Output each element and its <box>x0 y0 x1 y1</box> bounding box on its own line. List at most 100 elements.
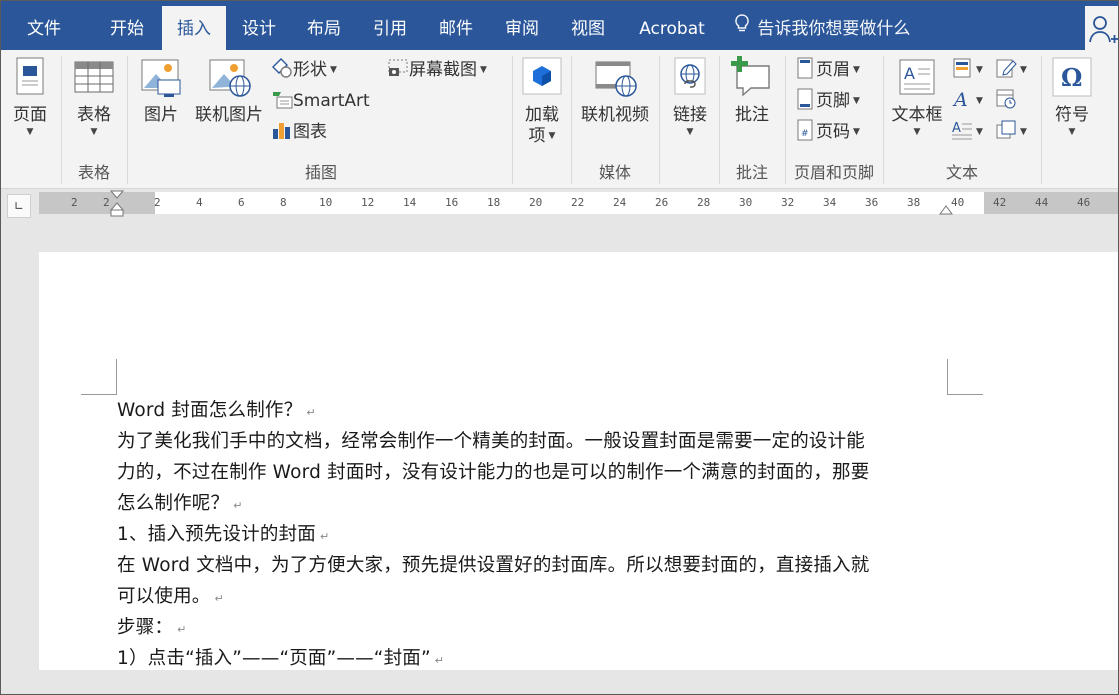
chevron-down-icon: ▼ <box>976 96 983 106</box>
textbox-icon: A <box>894 54 940 100</box>
doc-text-line[interactable]: 在 Word 文档中，为了方便大家，预先提供设置好的封面库。所以想要封面的，直接… <box>117 550 869 581</box>
paragraph-mark-icon: ↵ <box>306 406 316 419</box>
group-separator <box>512 56 513 184</box>
ruler-tick: 44 <box>1035 196 1049 209</box>
tell-me-box[interactable]: 告诉我你想要做什么 <box>734 1 910 50</box>
doc-text-line[interactable]: 步骤： ↵ <box>117 612 187 645</box>
group-label-header-footer: 页眉和页脚 <box>793 163 874 182</box>
pages-button[interactable]: 页面 ▼ <box>3 54 57 138</box>
tab-references[interactable]: 引用 <box>359 1 421 50</box>
tab-insert[interactable]: 插入 <box>162 6 226 50</box>
doc-title-line[interactable]: Word 封面怎么制作？ ↵ <box>117 395 316 428</box>
header-button[interactable]: 页眉 ▼ <box>794 56 860 84</box>
ruler-tick: 32 <box>781 196 795 209</box>
chart-label: 图表 <box>293 122 327 142</box>
online-video-label: 联机视频 <box>581 105 649 125</box>
ruler-tick: 4 <box>196 196 203 209</box>
group-label-comments: 批注 <box>735 163 768 182</box>
links-button[interactable]: 链接 ▼ <box>665 54 715 138</box>
shapes-label: 形状 <box>293 60 327 80</box>
ruler-tick: 8 <box>280 196 287 209</box>
screenshot-button[interactable]: 屏幕截图 ▼ <box>387 56 487 84</box>
doc-text-line[interactable]: 可以使用。 ↵ <box>117 581 224 614</box>
tab-design[interactable]: 设计 <box>228 1 290 50</box>
ruler-tick: 2 <box>103 196 110 209</box>
svg-text:A: A <box>952 89 968 110</box>
tab-selector-button[interactable]: ∟ <box>7 194 31 218</box>
chevron-down-icon: ▼ <box>976 65 983 75</box>
smartart-button[interactable]: SmartArt <box>271 87 370 115</box>
indent-markers-icon[interactable] <box>109 190 125 224</box>
ruler-tick: 34 <box>823 196 837 209</box>
online-picture-button[interactable]: 联机图片 <box>192 54 266 126</box>
drop-cap-button[interactable]: A ▼ <box>951 118 983 146</box>
footer-icon <box>794 88 816 110</box>
doc-text-line[interactable]: 1）点击“插入”——“页面”——“封面” ↵ <box>117 643 444 676</box>
ruler-tick: 12 <box>361 196 375 209</box>
ruler-tick: 40 <box>951 196 965 209</box>
tab-view[interactable]: 视图 <box>557 1 619 50</box>
footer-button[interactable]: 页脚 ▼ <box>794 87 860 115</box>
chevron-down-icon: ▼ <box>913 127 921 137</box>
ruler-tick: 16 <box>445 196 459 209</box>
paragraph-mark-icon: ↵ <box>233 499 243 512</box>
online-video-button[interactable]: 联机视频 <box>577 54 653 126</box>
svg-text:A: A <box>904 64 915 83</box>
group-separator <box>883 56 884 184</box>
ruler-tick: 2 <box>154 196 161 209</box>
date-time-button[interactable] <box>995 87 1017 115</box>
chevron-down-icon: ▼ <box>853 96 860 106</box>
doc-text-line[interactable]: 为了美化我们手中的文档，经常会制作一个精美的封面。一般设置封面是需要一定的设计能 <box>117 426 865 457</box>
page-number-button[interactable]: # 页码 ▼ <box>794 118 860 146</box>
wordart-icon: A <box>951 88 973 111</box>
ruler-tick: 10 <box>319 196 333 209</box>
horizontal-ruler[interactable]: 2 2 2 4 6 8 10 12 14 16 18 20 22 24 26 2… <box>39 190 1118 217</box>
shapes-button[interactable]: 形状 ▼ <box>271 56 337 84</box>
ribbon-insert: 页面 ▼ 表格 ▼ 表格 图片 联机图片 形状 ▼ SmartArt 图表 屏幕… <box>1 50 1118 189</box>
tab-acrobat[interactable]: Acrobat <box>627 1 717 50</box>
chevron-down-icon: ▼ <box>853 65 860 75</box>
ruler-tick: 20 <box>529 196 543 209</box>
tab-mailings[interactable]: 邮件 <box>425 1 487 50</box>
tab-home[interactable]: 开始 <box>94 1 160 50</box>
object-button[interactable]: ▼ <box>995 118 1027 146</box>
word-window: 文件 开始 插入 设计 布局 引用 邮件 审阅 视图 Acrobat 告诉我你想… <box>0 0 1119 695</box>
ruler-tick: 46 <box>1077 196 1091 209</box>
doc-heading-line[interactable]: 1、插入预先设计的封面 ↵ <box>117 519 329 552</box>
chart-button[interactable]: 图表 <box>271 118 327 146</box>
svg-text:Ω: Ω <box>1061 63 1082 92</box>
tab-review[interactable]: 审阅 <box>491 1 553 50</box>
doc-text-line[interactable]: 力的，不过在制作 Word 封面时，没有设计能力的也是可以的制作一个满意的封面的… <box>117 457 869 488</box>
quick-parts-button[interactable]: ▼ <box>951 56 983 84</box>
tab-file[interactable]: 文件 <box>11 1 77 50</box>
comment-button[interactable]: 批注 <box>725 54 779 126</box>
group-separator <box>785 56 786 184</box>
symbol-button[interactable]: Ω 符号 ▼ <box>1047 54 1097 138</box>
group-label-text: 文本 <box>945 163 978 182</box>
picture-button[interactable]: 图片 <box>135 54 187 126</box>
header-icon <box>794 57 816 79</box>
tab-layout[interactable]: 布局 <box>293 1 355 50</box>
textbox-button[interactable]: A 文本框 ▼ <box>887 54 947 138</box>
chevron-down-icon: ▼ <box>1020 65 1027 75</box>
ruler-tick: 22 <box>571 196 585 209</box>
addins-label-line2: 项 <box>528 126 546 146</box>
chevron-down-icon: ▼ <box>26 127 34 137</box>
svg-text:#: # <box>801 129 809 139</box>
chevron-down-icon: ▼ <box>686 127 694 137</box>
addins-button[interactable]: 加载 项 ▼ <box>517 54 567 146</box>
ruler-tick: 14 <box>403 196 417 209</box>
share-user-button[interactable] <box>1085 6 1118 50</box>
doc-text-line[interactable]: 怎么制作呢？ ↵ <box>117 488 243 521</box>
crop-mark-top-left <box>81 359 117 395</box>
signature-line-button[interactable]: ▼ <box>995 56 1027 84</box>
group-separator <box>1041 56 1042 184</box>
tell-me-text: 告诉我你想要做什么 <box>757 19 911 39</box>
group-separator <box>127 56 128 184</box>
chevron-down-icon: ▼ <box>330 65 337 75</box>
link-globe-icon <box>667 54 713 100</box>
document-page[interactable]: Word 封面怎么制作？ ↵ 为了美化我们手中的文档，经常会制作一个精美的封面。一… <box>39 252 1118 670</box>
table-button[interactable]: 表格 ▼ <box>67 54 121 138</box>
ruler-tick: 2 <box>71 196 78 209</box>
wordart-button[interactable]: A ▼ <box>951 87 983 115</box>
